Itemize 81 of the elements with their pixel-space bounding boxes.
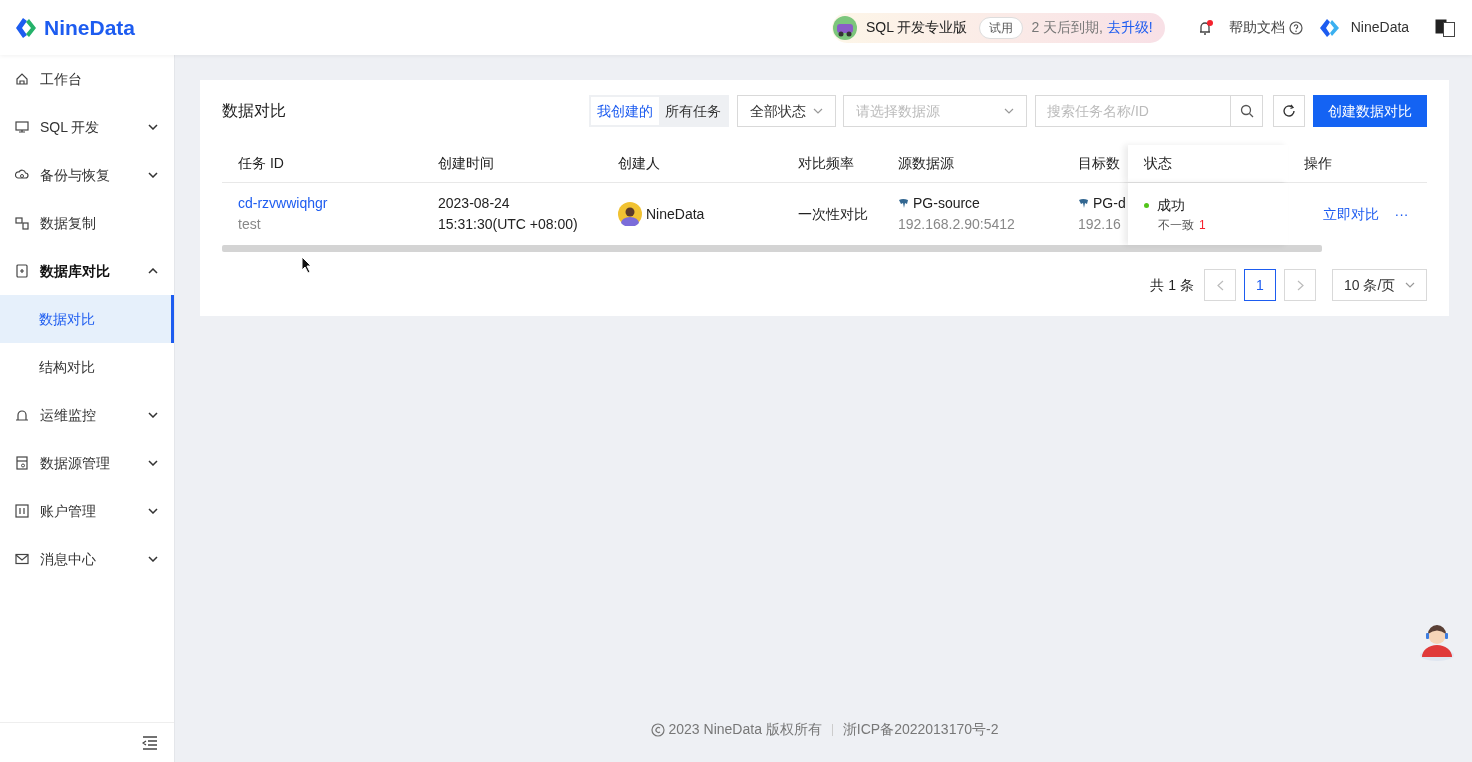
create-comparison-button[interactable]: 创建数据对比: [1313, 95, 1427, 127]
expiry-notice: 2 天后到期, 去升级!: [1031, 18, 1153, 37]
logo-text: NineData: [44, 14, 136, 41]
plan-name: SQL 开发专业版: [866, 18, 968, 37]
search-button[interactable]: [1231, 95, 1263, 127]
column-header: 创建人: [618, 154, 660, 173]
icp-link[interactable]: 浙ICP备2022013170号-2: [842, 719, 999, 740]
sidebar-item[interactable]: 工作台: [0, 55, 174, 103]
car-icon: [832, 14, 858, 41]
sidebar-item[interactable]: 备份与恢复: [0, 151, 174, 199]
database-icon: [15, 456, 29, 470]
sidebar-item[interactable]: SQL 开发: [0, 103, 174, 151]
page-title: 数据对比: [222, 101, 287, 121]
scope-tab[interactable]: 我创建的: [591, 97, 659, 125]
horizontal-scrollbar[interactable]: [222, 245, 1322, 252]
column-header: 目标数: [1078, 154, 1120, 173]
chevron-down-icon: [813, 108, 823, 114]
trial-badge: 试用: [979, 16, 1024, 39]
status-label: 成功: [1157, 195, 1185, 215]
mail-icon: [15, 552, 29, 566]
mouse-cursor-icon: [301, 256, 313, 274]
created-time: 15:31:30(UTC +08:00): [438, 215, 578, 234]
refresh-button[interactable]: [1273, 95, 1305, 127]
copy-icon: [15, 216, 29, 230]
elephant-icon: [1078, 198, 1089, 209]
creator-name: NineData: [646, 204, 705, 224]
chevron-down-icon: [1405, 282, 1415, 288]
task-id-link[interactable]: cd-rzvwwiqhgr: [238, 193, 328, 214]
inconsistent-count: 1: [1199, 216, 1206, 234]
user-name[interactable]: NineData: [1350, 17, 1410, 38]
language-icon[interactable]: [1435, 18, 1456, 37]
help-icon: [1288, 20, 1303, 35]
home-icon: [15, 72, 29, 86]
sidebar-item[interactable]: 数据复制: [0, 199, 174, 247]
sidebar-subitem[interactable]: 数据对比: [0, 295, 174, 343]
sidebar-item[interactable]: 消息中心: [0, 535, 174, 583]
created-date: 2023-08-24: [438, 194, 510, 213]
copyright-text: 2023 NineData 版权所有: [668, 720, 822, 739]
help-docs-link[interactable]: 帮助文档: [1228, 17, 1285, 38]
sidebar-item[interactable]: 数据源管理: [0, 439, 174, 487]
sidebar-item[interactable]: 运维监控: [0, 391, 174, 439]
total-count: 共 1 条: [1150, 275, 1194, 295]
search-field[interactable]: 搜索任务名称/ID: [1035, 95, 1231, 127]
cloud-icon: [15, 168, 29, 182]
datasource-address: 192.168.2.90:5412: [898, 215, 1015, 234]
page-size-select[interactable]: 10 条/页: [1332, 269, 1427, 301]
monitor-icon: [15, 120, 29, 134]
alarm-icon: [15, 408, 29, 422]
search-icon: [1239, 104, 1254, 118]
compare-now-link[interactable]: 立即对比: [1322, 203, 1379, 225]
sidebar-subitem[interactable]: 结构对比: [0, 343, 174, 391]
sidebar-item[interactable]: 账户管理: [0, 487, 174, 535]
refresh-icon: [1282, 104, 1296, 118]
sidebar-item[interactable]: 数据库对比: [0, 247, 174, 295]
datasource-name: PG-d: [1093, 194, 1126, 213]
datasource-name: PG-source: [913, 194, 980, 213]
task-name: test: [238, 215, 261, 234]
page-button[interactable]: 1: [1244, 269, 1276, 301]
column-header: 对比频率: [798, 154, 854, 173]
table-cell-text: 一次性对比: [798, 204, 868, 224]
column-header: 状态: [1144, 154, 1172, 173]
column-header: 创建时间: [438, 154, 494, 173]
sliders-icon: [15, 504, 29, 518]
scope-tab[interactable]: 所有任务: [659, 97, 727, 125]
avatar-icon: [618, 202, 642, 226]
chevron-down-icon: [1004, 108, 1014, 114]
chevron-right-icon: [1296, 279, 1304, 291]
inconsistent-label: 不一致: [1158, 216, 1194, 234]
more-actions-button[interactable]: ···: [1394, 203, 1409, 225]
logo-icon: [1318, 16, 1341, 39]
upgrade-link[interactable]: 去升级!: [1106, 19, 1153, 35]
document-icon: [15, 264, 29, 278]
copyright-icon: [650, 722, 665, 737]
column-header: 操作: [1304, 154, 1332, 173]
datasource-address: 192.16: [1078, 215, 1121, 234]
status-filter-dropdown[interactable]: 全部状态: [737, 95, 836, 127]
chevron-left-icon: [1216, 279, 1224, 291]
collapse-menu-icon[interactable]: [142, 735, 158, 750]
column-header: 源数据源: [898, 154, 954, 173]
column-header: 任务 ID: [238, 154, 284, 173]
elephant-icon: [898, 198, 909, 209]
